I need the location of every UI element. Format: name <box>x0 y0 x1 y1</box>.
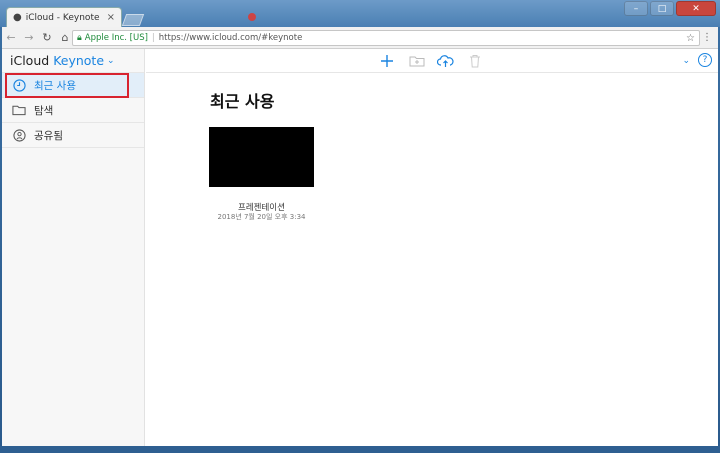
browser-window: ● iCloud - Keynote × – □ ✕ ← → ↻ ⌂ 🔒︎ Ap… <box>0 0 720 453</box>
back-arrow-icon[interactable]: ← <box>2 31 20 44</box>
tab-close-icon[interactable]: × <box>107 12 115 23</box>
sidebar-item-label: 탐색 <box>34 104 54 117</box>
sidebar-item-shared[interactable]: 공유됨 <box>2 123 144 148</box>
address-bar[interactable]: 🔒︎ Apple Inc. [US] | https://www.icloud.… <box>72 30 700 46</box>
maximize-button[interactable]: □ <box>650 1 674 16</box>
title-bar: ● iCloud - Keynote × – □ ✕ <box>0 0 720 27</box>
main-panel: ⌄ ? 최근 사용 프레젠테이션 2018년 7월 20일 오후 3:34 <box>146 49 718 446</box>
sidebar-item-label: 최근 사용 <box>34 79 76 92</box>
clock-icon <box>12 78 26 92</box>
url-text: https://www.icloud.com/#keynote <box>158 33 303 43</box>
divider: | <box>151 33 155 43</box>
upload-cloud-icon[interactable] <box>436 53 454 69</box>
sidebar-item-recents[interactable]: 최근 사용 <box>2 73 144 98</box>
browser-toolbar: ← → ↻ ⌂ 🔒︎ Apple Inc. [US] | https://www… <box>2 27 718 49</box>
add-icon[interactable] <box>378 53 396 69</box>
icloud-page: iCloud Keynote ⌄ 최근 사용 탐색 공유됨 ⌄ ? 최근 사용 … <box>2 49 718 446</box>
document-thumbnail[interactable] <box>209 127 314 187</box>
chevron-down-icon: ⌄ <box>107 55 115 66</box>
forward-arrow-icon[interactable]: → <box>20 31 38 44</box>
background-window-tab <box>248 9 368 25</box>
close-window-button[interactable]: ✕ <box>676 1 716 16</box>
help-icon[interactable]: ? <box>698 53 712 67</box>
lock-icon: 🔒︎ <box>77 33 82 43</box>
brand-label: iCloud <box>10 53 50 68</box>
minimize-button[interactable]: – <box>624 1 648 16</box>
bookmark-star-icon[interactable]: ☆ <box>686 33 695 44</box>
reload-icon[interactable]: ↻ <box>38 31 56 44</box>
apple-icon: ● <box>13 12 22 23</box>
favicon-icon <box>248 13 256 21</box>
folder-icon <box>12 103 26 117</box>
app-name: Keynote <box>53 53 105 68</box>
new-tab-button[interactable] <box>121 14 145 26</box>
window-bottom-border <box>0 446 720 453</box>
tab-title: iCloud - Keynote <box>25 12 100 23</box>
sidebar-item-label: 공유됨 <box>34 129 63 142</box>
page-title: 최근 사용 <box>210 92 275 111</box>
browser-tab[interactable]: ● iCloud - Keynote × <box>6 7 122 27</box>
sort-dropdown-icon[interactable]: ⌄ <box>682 56 690 66</box>
trash-icon[interactable] <box>466 53 484 69</box>
document-toolbar: ⌄ ? <box>146 49 718 73</box>
sidebar-item-browse[interactable]: 탐색 <box>2 98 144 123</box>
window-controls: – □ ✕ <box>624 1 716 16</box>
menu-icon[interactable]: ⋮ <box>702 32 712 43</box>
document-date: 2018년 7월 20일 오후 3:34 <box>217 213 306 221</box>
app-switcher[interactable]: iCloud Keynote ⌄ <box>2 49 144 73</box>
security-label: Apple Inc. [US] <box>84 33 148 43</box>
new-folder-icon[interactable] <box>408 53 426 69</box>
shared-person-icon <box>12 128 26 142</box>
sidebar: iCloud Keynote ⌄ 최근 사용 탐색 공유됨 <box>2 49 145 446</box>
